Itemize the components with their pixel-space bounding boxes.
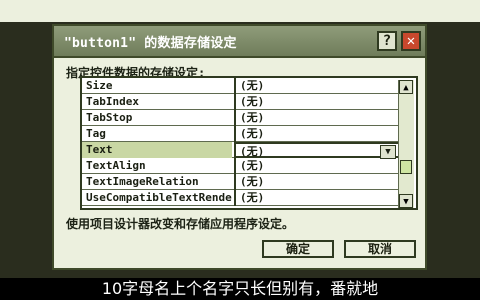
- property-value[interactable]: (无): [234, 158, 400, 174]
- property-value[interactable]: (无): [234, 110, 400, 126]
- property-name: Tag: [86, 127, 106, 140]
- property-row-usecompatibletextrendering[interactable]: UseCompatibleTextRendering (无): [82, 190, 400, 206]
- property-value[interactable]: (无): [234, 190, 400, 206]
- binding-dialog: "button1" 的数据存储设定 ? ✕ 指定控件数据的存储设定: Size …: [52, 24, 427, 270]
- dialog-title: "button1" 的数据存储设定: [64, 36, 237, 51]
- property-value[interactable]: (无): [234, 126, 400, 142]
- scroll-down-icon[interactable]: ▼: [399, 194, 413, 208]
- property-name: TabIndex: [86, 95, 139, 108]
- property-row-size[interactable]: Size (无): [82, 78, 400, 94]
- cancel-button[interactable]: 取消: [344, 240, 416, 258]
- property-name: UseCompatibleTextRendering: [86, 191, 232, 204]
- top-strip: [0, 0, 480, 22]
- property-row-text[interactable]: Text (无) ▼: [82, 142, 400, 159]
- property-value[interactable]: (无): [234, 78, 400, 94]
- property-grid: Size (无) TabIndex (无) TabStop (无) Tag (无…: [80, 76, 418, 210]
- property-row-tabstop[interactable]: TabStop (无): [82, 110, 400, 126]
- property-name: TextAlign: [86, 159, 146, 172]
- property-name: Size: [86, 79, 113, 92]
- property-row-tabindex[interactable]: TabIndex (无): [82, 94, 400, 110]
- property-value[interactable]: (无): [234, 94, 400, 110]
- scroll-thumb[interactable]: [400, 160, 412, 174]
- ok-button[interactable]: 确定: [262, 240, 334, 258]
- subtitle-caption: 10字母名上个名字只长但别有，番就地: [0, 278, 480, 300]
- property-name: TabStop: [86, 111, 133, 124]
- property-value[interactable]: (无) ▼: [234, 142, 400, 159]
- property-value-text: (无): [240, 145, 265, 158]
- property-value[interactable]: (无): [234, 174, 400, 190]
- close-button[interactable]: ✕: [401, 31, 421, 51]
- property-row-textalign[interactable]: TextAlign (无): [82, 158, 400, 174]
- scroll-up-icon[interactable]: ▲: [399, 80, 413, 94]
- hint-text: 使用项目设计器改变和存储应用程序设定。: [66, 217, 295, 231]
- help-button[interactable]: ?: [377, 31, 397, 51]
- property-name: Text: [82, 142, 232, 158]
- vertical-scrollbar[interactable]: ▲ ▼: [398, 80, 414, 208]
- property-row-tag[interactable]: Tag (无): [82, 126, 400, 142]
- property-row-textimagerelation[interactable]: TextImageRelation (无): [82, 174, 400, 190]
- chevron-down-icon[interactable]: ▼: [380, 145, 396, 159]
- title-bar: "button1" 的数据存储设定 ? ✕: [54, 26, 425, 58]
- property-name: TextImageRelation: [86, 175, 199, 188]
